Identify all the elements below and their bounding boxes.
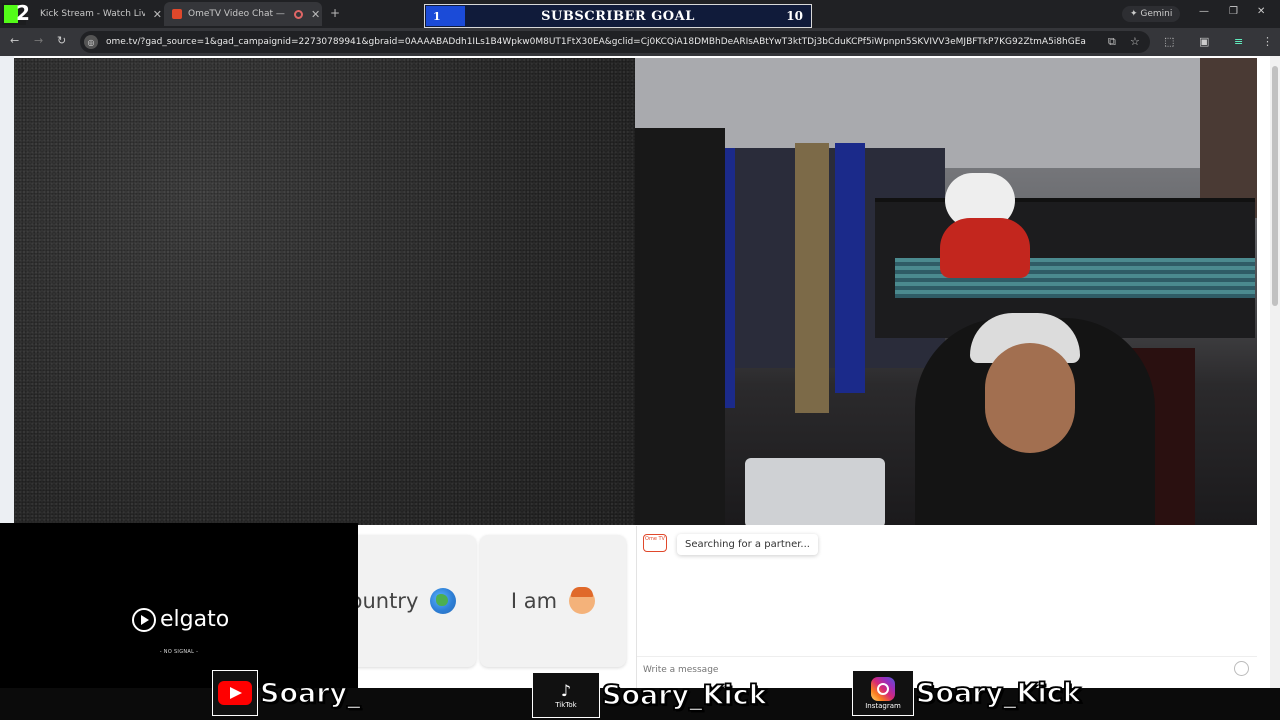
- emoji-picker-icon[interactable]: [1234, 661, 1249, 676]
- elgato-logo: elgato: [132, 607, 229, 632]
- reload-icon[interactable]: ↻: [57, 34, 66, 47]
- ometv-page: ountry I am elgato - NO SIGNAL - Ome TV …: [0, 56, 1280, 688]
- back-icon[interactable]: ←: [10, 34, 19, 47]
- new-tab-icon[interactable]: +: [330, 6, 340, 20]
- tab-ometv[interactable]: OmeTV Video Chat — OmeTV ✕: [164, 2, 322, 26]
- chat-panel: Ome TV Searching for a partner...: [636, 526, 1257, 688]
- tab-title: Kick Stream - Watch Live: [39, 9, 145, 19]
- youtube-icon: [212, 670, 258, 716]
- subscriber-goal-overlay: 1 SUBSCRIBER GOAL 10: [424, 4, 812, 28]
- goal-title: SUBSCRIBER GOAL: [541, 8, 695, 24]
- close-tab-icon[interactable]: ✕: [311, 8, 320, 21]
- gender-filter-button[interactable]: I am: [480, 535, 626, 667]
- boy-emoji-icon: [569, 587, 596, 614]
- address-bar[interactable]: ◎ ome.tv/?gad_source=1&gad_campaignid=22…: [80, 31, 1150, 53]
- browser-toolbar: ← → ↻ ◎ ome.tv/?gad_source=1&gad_campaig…: [0, 28, 1280, 56]
- restore-icon[interactable]: ❐: [1229, 6, 1238, 17]
- youtube-handle: Soary_: [212, 670, 361, 716]
- elgato-capture-overlay: elgato - NO SIGNAL -: [0, 523, 358, 688]
- extensions-icon[interactable]: ⬚: [1164, 35, 1174, 48]
- url-text[interactable]: ome.tv/?gad_source=1&gad_campaignid=2273…: [106, 37, 1086, 47]
- status-message: Searching for a partner...: [677, 534, 818, 555]
- close-tab-icon[interactable]: ✕: [153, 8, 162, 21]
- country-label: ountry: [349, 589, 419, 613]
- gender-label: I am: [510, 589, 558, 613]
- elgato-mark-icon: [132, 607, 156, 632]
- youtube-handle-text: Soary_: [259, 677, 361, 710]
- ometv-favicon-icon: [172, 9, 182, 19]
- site-info-icon[interactable]: ◎: [84, 35, 98, 49]
- globe-icon: [430, 588, 457, 614]
- close-window-icon[interactable]: ✕: [1257, 6, 1265, 17]
- instagram-handle-text: Soary_Kick: [915, 677, 1081, 710]
- no-signal-label: - NO SIGNAL -: [159, 649, 199, 655]
- menu-icon[interactable]: ⋮: [1262, 35, 1273, 48]
- browser-tab-bar: 2 Kick Stream - Watch Live ✕ OmeTV Video…: [0, 0, 1280, 28]
- forward-icon[interactable]: →: [34, 34, 43, 47]
- tiktok-handle-text: Soary_Kick: [601, 679, 767, 712]
- partner-video-static: [14, 58, 635, 525]
- tiktok-handle: ♪ TikTok Soary_Kick: [532, 672, 768, 718]
- self-webcam-video: [635, 58, 1257, 525]
- instagram-icon: Instagram: [852, 670, 914, 716]
- bookmark-star-icon[interactable]: ☆: [1130, 35, 1140, 48]
- tab-title: OmeTV Video Chat — OmeTV: [188, 9, 288, 19]
- minimize-icon[interactable]: —: [1199, 6, 1209, 17]
- page-scrollbar[interactable]: [1270, 56, 1280, 688]
- scrollbar-thumb[interactable]: [1272, 66, 1278, 306]
- tiktok-icon: ♪ TikTok: [532, 672, 600, 718]
- sparkle-icon: ✦: [1130, 9, 1141, 19]
- kick-logo-icon: 2: [2, 1, 30, 25]
- recording-icon: [294, 9, 303, 19]
- profile-icon[interactable]: ≡: [1234, 35, 1243, 48]
- goal-target: 10: [786, 9, 803, 23]
- tab-kick[interactable]: 2 Kick Stream - Watch Live ✕: [0, 1, 162, 26]
- instagram-handle: Instagram Soary_Kick: [852, 670, 1082, 716]
- gemini-button[interactable]: ✦ Gemini: [1122, 6, 1181, 22]
- sidebar-icon[interactable]: ▣: [1199, 35, 1209, 48]
- ometv-logo-icon: Ome TV: [643, 534, 667, 552]
- install-app-icon[interactable]: ⧉: [1108, 35, 1116, 49]
